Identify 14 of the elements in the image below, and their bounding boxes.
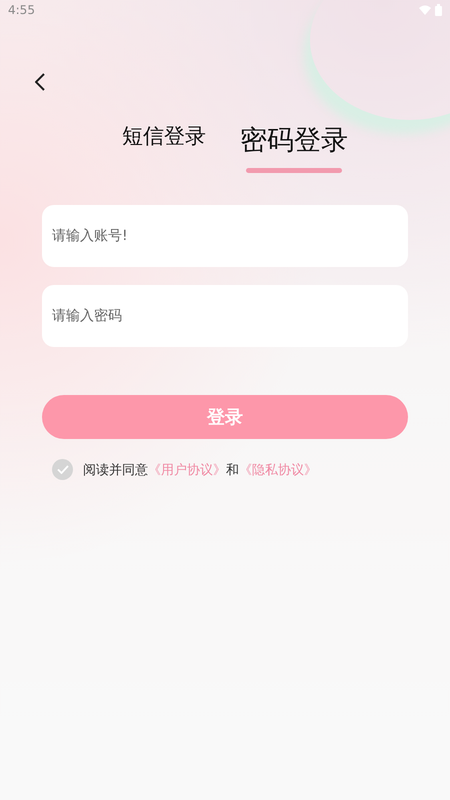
agreement-text: 阅读并同意《用户协议》和《隐私协议》 [83,462,317,478]
login-tab[interactable]: 密码登录 [240,122,348,181]
login-tab[interactable]: 短信登录 [116,122,212,181]
wifi-icon [419,5,431,15]
account-field[interactable]: 请输入账号! [42,205,408,267]
privacy-policy-link[interactable]: 《隐私协议》 [239,462,317,478]
battery-icon [435,4,442,16]
agree-checkbox[interactable] [52,459,73,480]
user-agreement-link[interactable]: 《用户协议》 [148,462,226,478]
password-field[interactable]: 请输入密码 [42,285,408,347]
back-icon [35,73,45,91]
check-icon [56,465,68,474]
login-button[interactable]: 登录 [42,395,408,439]
status-time: 4:55 [8,3,35,17]
